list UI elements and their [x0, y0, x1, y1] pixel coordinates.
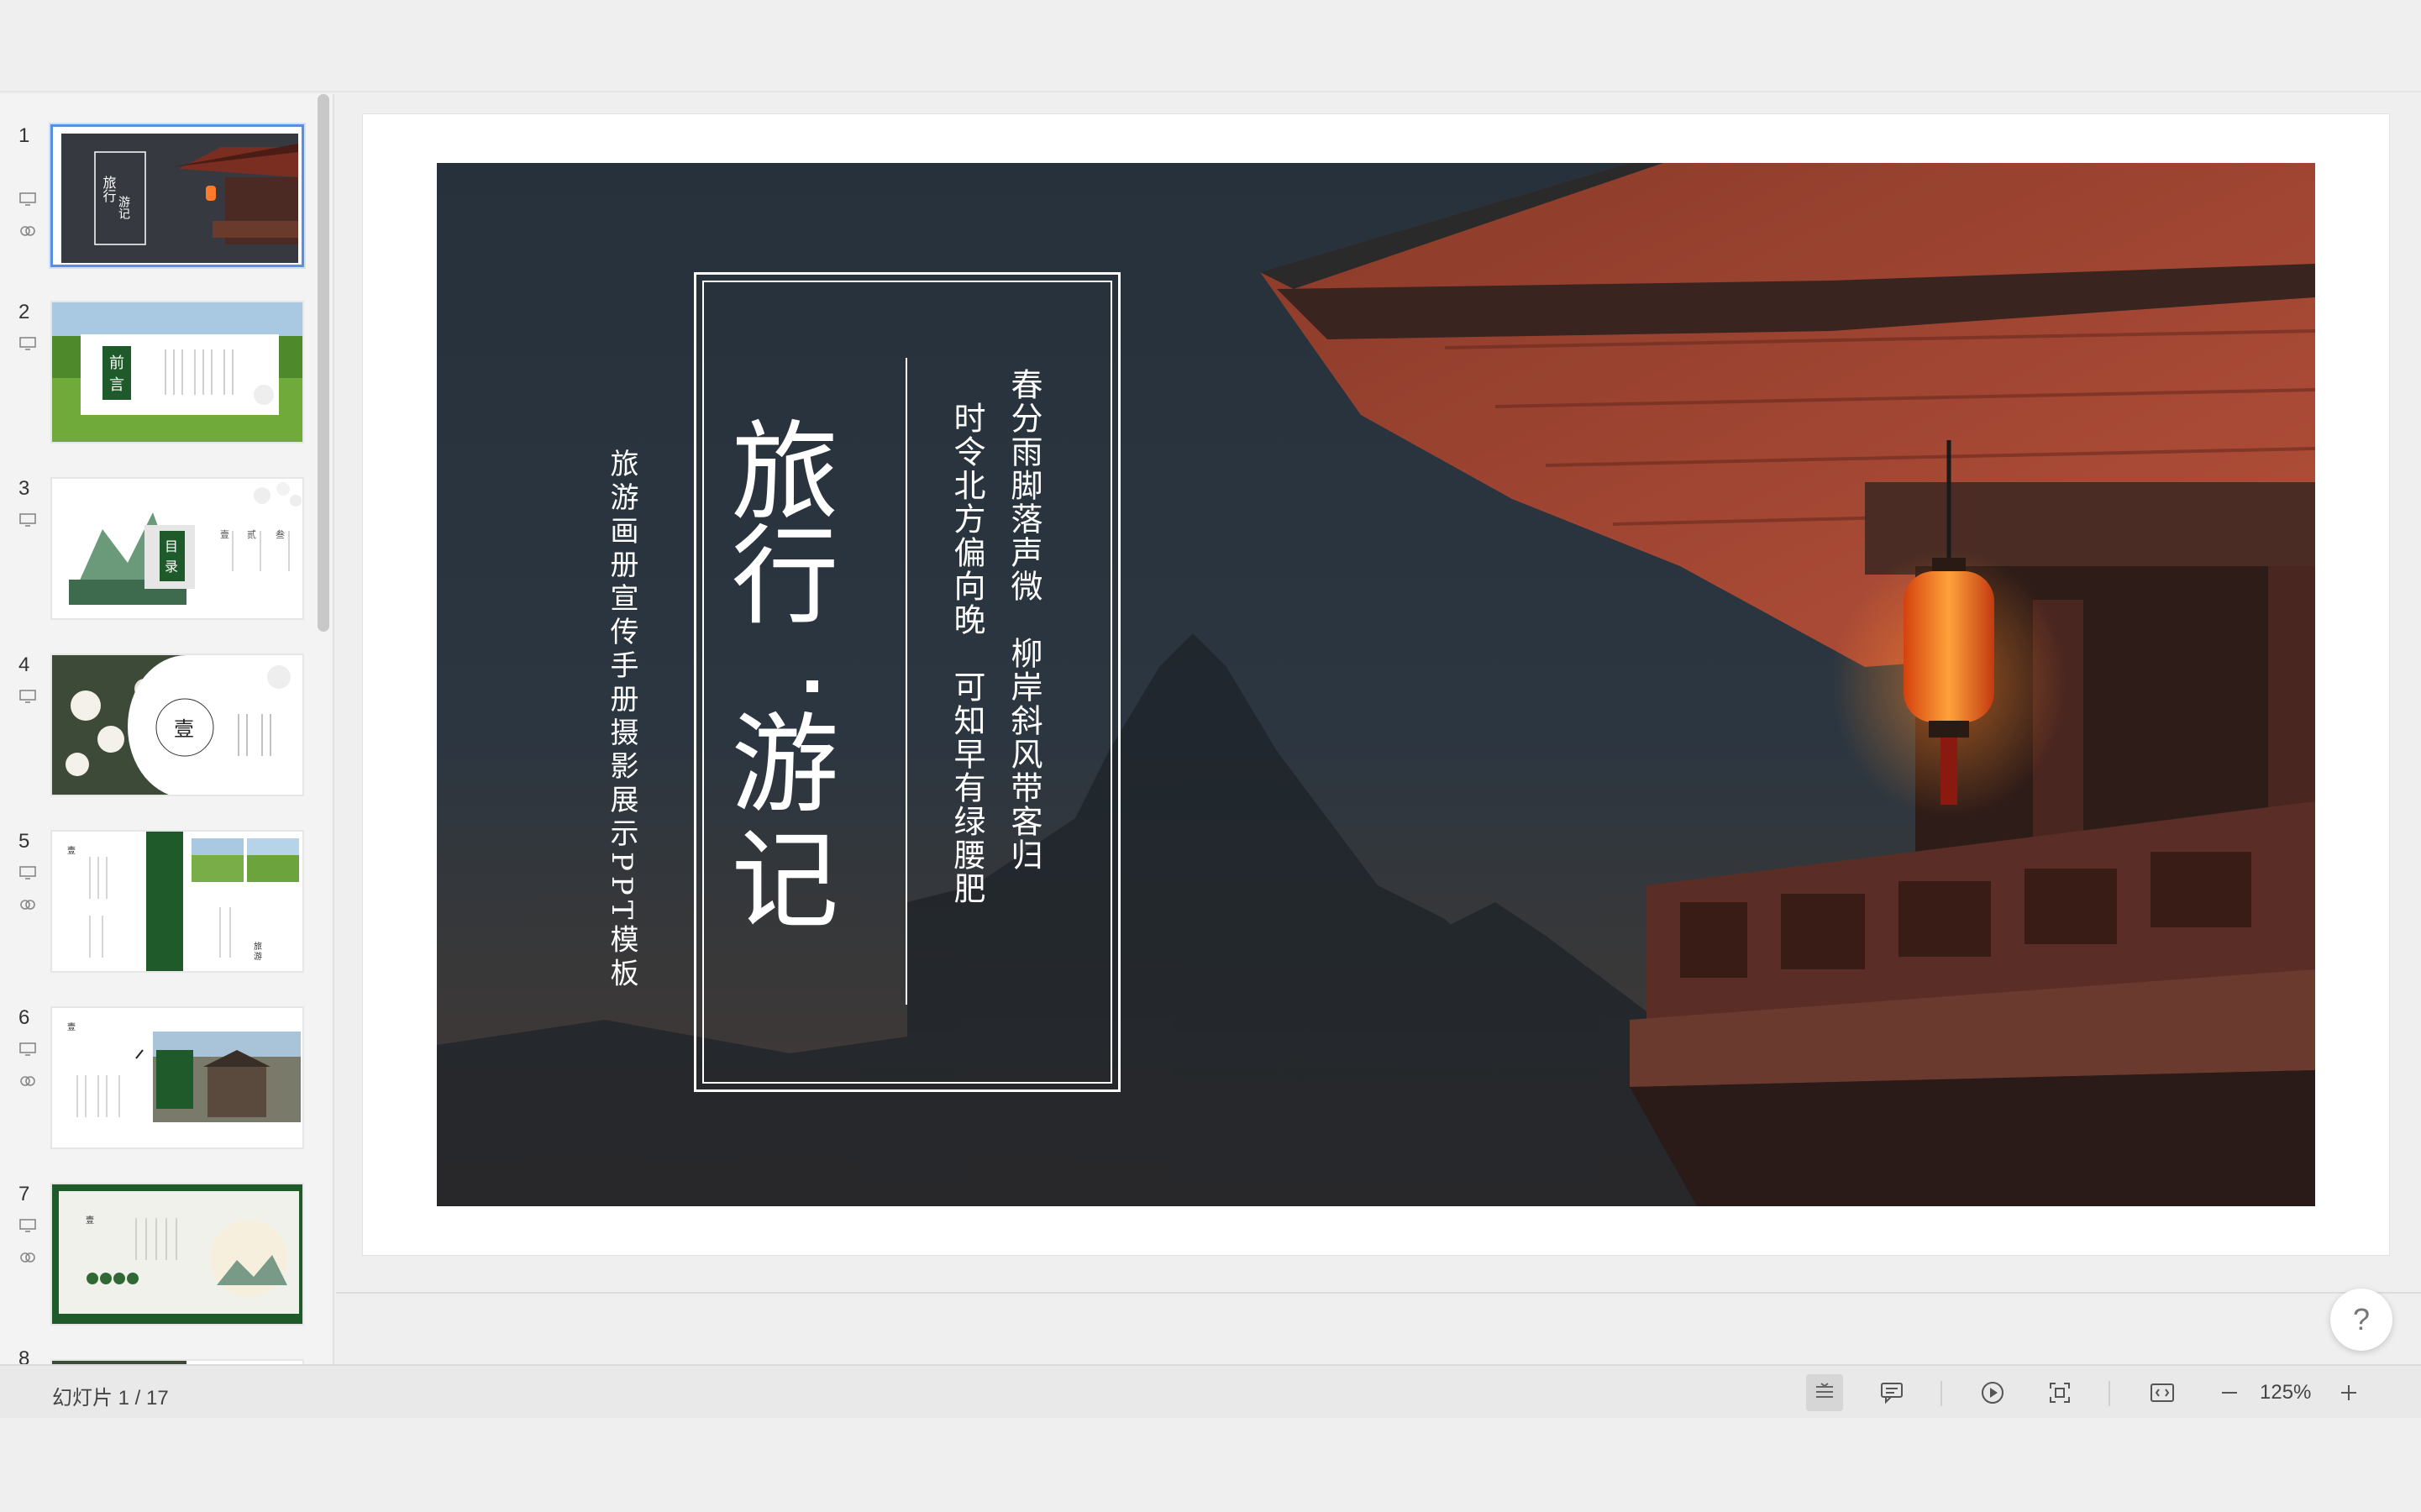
slide-counter: 幻灯片 1 / 17	[52, 1387, 169, 1410]
top-toolbar	[0, 0, 2421, 92]
slide-thumbnail-row-5[interactable]: 5 壹旅游	[0, 830, 319, 981]
title-dot	[806, 680, 818, 692]
slide-thumbnail-2[interactable]: 前 言	[50, 301, 304, 444]
slide-thumbnail-row-8[interactable]: 8	[0, 1347, 319, 1364]
slide-thumbnail-row-4[interactable]: 4 壹	[0, 654, 319, 805]
separator	[1940, 1381, 1942, 1406]
slide-thumbnail-3[interactable]: 目 录 壹 贰 叁	[50, 477, 304, 620]
slide-thumbnail-panel: 1 旅行 游记 2 前 言 3 目 录 壹 贰 叁 4 壹 5 壹 旅 游 6 …	[0, 94, 334, 1364]
zoom-level[interactable]: 125%	[2260, 1381, 2311, 1404]
svg-text:壹: 壹	[67, 1021, 76, 1032]
svg-text:游: 游	[254, 951, 262, 962]
svg-text:贰: 贰	[247, 528, 256, 540]
poem-divider-line	[906, 358, 907, 1005]
svg-text:旅: 旅	[254, 941, 262, 952]
slide-note-icon	[19, 690, 36, 703]
svg-text:壹: 壹	[67, 845, 76, 856]
slide-note-icon	[19, 1042, 36, 1056]
play-icon	[1982, 1382, 2003, 1404]
zoom-out-button[interactable]	[2211, 1374, 2248, 1411]
slide-note-icon	[19, 192, 36, 206]
poem-column-1: 春分雨脚落声微 柳岸斜风带客归	[1006, 368, 1042, 872]
transition-icon	[20, 226, 35, 236]
svg-text:目: 目	[165, 538, 178, 554]
svg-text:壹: 壹	[174, 717, 194, 741]
slide-note-icon	[19, 513, 36, 527]
transition-icon	[20, 1076, 35, 1086]
slide-thumbnail-row-1[interactable]: 1 旅行 游记	[0, 123, 319, 276]
slide-number: 1	[18, 124, 30, 147]
bottom-area	[0, 1418, 2421, 1512]
zoom-in-button[interactable]	[2330, 1374, 2367, 1411]
svg-text:壹: 壹	[220, 529, 229, 540]
slide-thumbnail-row-2[interactable]: 2 前 言	[0, 301, 319, 452]
slide-thumbnail-5[interactable]: 壹旅游	[50, 830, 304, 973]
slide-thumbnail-row-7[interactable]: 7 壹	[0, 1183, 319, 1334]
slide-number: 8	[18, 1347, 30, 1364]
slide-note-icon	[19, 866, 36, 879]
zoom-in-icon	[2341, 1385, 2356, 1400]
transition-icon	[20, 1252, 35, 1263]
svg-text:旅行: 旅行	[101, 176, 117, 203]
slide-thumbnail-6[interactable]: 壹	[50, 1006, 304, 1149]
slide-thumbnail-row-6[interactable]: 6 壹	[0, 1006, 319, 1158]
slide-thumbnail-row-3[interactable]: 3 目 录 壹 贰 叁	[0, 477, 319, 628]
play-slideshow-button[interactable]	[1974, 1374, 2011, 1411]
fit-slide-button[interactable]	[2041, 1374, 2078, 1411]
svg-text:前: 前	[109, 354, 124, 372]
slide-title-line1: 旅行	[712, 415, 838, 623]
svg-text:壹: 壹	[86, 1215, 94, 1226]
poem-column-2: 时令北方偏向晚 可知早有绿腰肥	[948, 402, 985, 906]
slide-page: 旅游画册宣传手册摄影展示PPT模板 旅行 游记 春分雨脚落声微 柳岸斜风带客归 …	[363, 114, 2389, 1255]
notes-toggle-button[interactable]	[1806, 1374, 1843, 1411]
slide-number: 6	[18, 1006, 30, 1029]
slide-number: 5	[18, 830, 30, 853]
svg-text:游记: 游记	[117, 196, 130, 219]
slide-number: 4	[18, 654, 30, 676]
view-icon	[2151, 1383, 2174, 1402]
slide-subtitle: 旅游画册宣传手册摄影展示PPT模板	[605, 449, 638, 992]
slide-title-line2: 游记	[712, 707, 838, 939]
current-slide[interactable]: 旅游画册宣传手册摄影展示PPT模板 旅行 游记 春分雨脚落声微 柳岸斜风带客归 …	[437, 163, 2315, 1206]
transition-icon	[20, 900, 35, 910]
separator	[2109, 1381, 2110, 1406]
slide-note-icon	[19, 1219, 36, 1232]
slide-thumbnail-7[interactable]: 壹	[50, 1183, 304, 1326]
slide-note-icon	[19, 337, 36, 350]
svg-text:言: 言	[109, 376, 124, 394]
svg-text:叁: 叁	[276, 528, 285, 540]
slide-editor-canvas: 旅游画册宣传手册摄影展示PPT模板 旅行 游记 春分雨脚落声微 柳岸斜风带客归 …	[336, 94, 2421, 1364]
comment-icon	[1881, 1383, 1903, 1404]
zoom-out-icon	[2222, 1392, 2237, 1394]
slide-number: 3	[18, 477, 30, 500]
sidebar-scrollbar[interactable]	[318, 94, 329, 632]
comments-button[interactable]	[1873, 1374, 1910, 1411]
view-mode-button[interactable]	[2144, 1374, 2181, 1411]
title-frame-inner	[702, 281, 1112, 1084]
notes-pane-divider[interactable]	[336, 1292, 2421, 1294]
help-button[interactable]: ?	[2330, 1289, 2392, 1351]
notes-icon	[1816, 1383, 1833, 1398]
status-bar: 幻灯片 1 / 17 125%	[0, 1364, 2421, 1418]
slide-number: 2	[18, 301, 30, 323]
slide-number: 7	[18, 1183, 30, 1205]
svg-text:录: 录	[165, 559, 178, 575]
slide-thumbnail-4[interactable]: 壹	[50, 654, 304, 796]
fit-icon	[2050, 1383, 2070, 1403]
slide-thumbnail-1[interactable]: 旅行 游记	[49, 123, 306, 269]
